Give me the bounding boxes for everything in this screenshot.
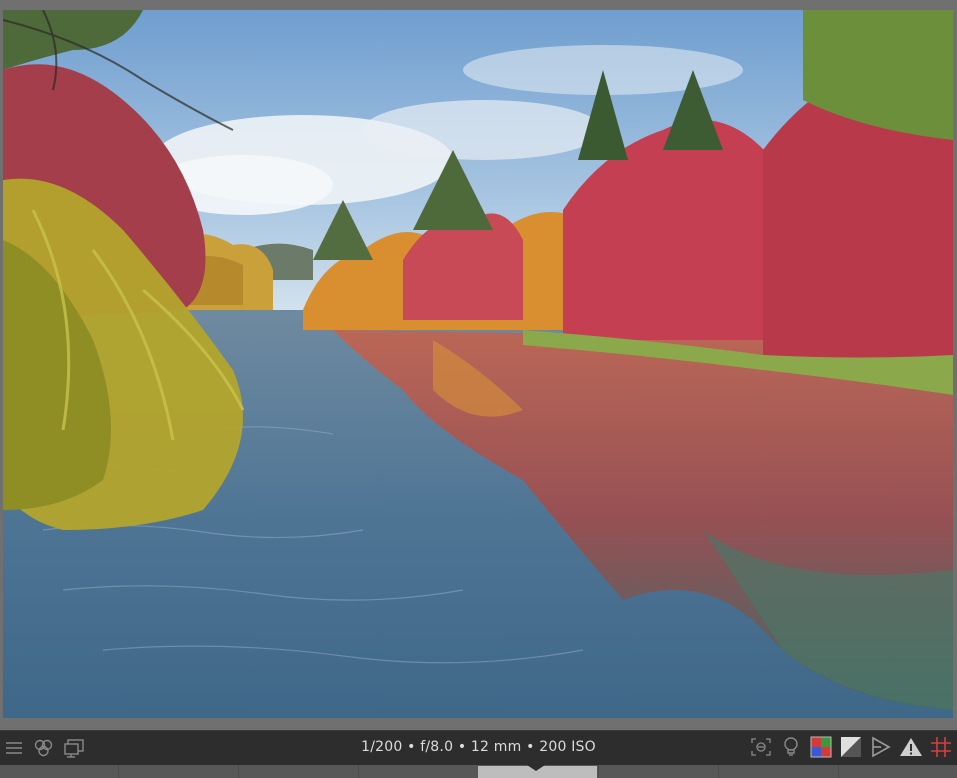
filmstrip-pointer: [527, 765, 545, 771]
filmstrip-divider: [358, 765, 359, 778]
filmstrip-bar: [0, 765, 957, 778]
toolbar-right-group: [749, 736, 953, 758]
lightbulb-icon[interactable]: [779, 736, 803, 758]
focus-peaking-icon[interactable]: [749, 736, 773, 758]
grid-icon[interactable]: [929, 736, 953, 758]
photo-preview[interactable]: [3, 10, 953, 718]
bottom-toolbar: 1/200 • f/8.0 • 12 mm • 200 ISO: [0, 730, 957, 765]
exposure-contrast-icon[interactable]: [839, 736, 863, 758]
filmstrip-divider: [718, 765, 719, 778]
color-assessment-icon[interactable]: [809, 736, 833, 758]
filmstrip-divider: [838, 765, 839, 778]
warning-icon[interactable]: [899, 736, 923, 758]
gamut-icon[interactable]: [869, 736, 893, 758]
filmstrip-divider: [598, 765, 599, 778]
landscape-photo: [3, 10, 953, 718]
image-viewer: [0, 0, 957, 730]
filmstrip-divider: [238, 765, 239, 778]
filmstrip-divider: [118, 765, 119, 778]
